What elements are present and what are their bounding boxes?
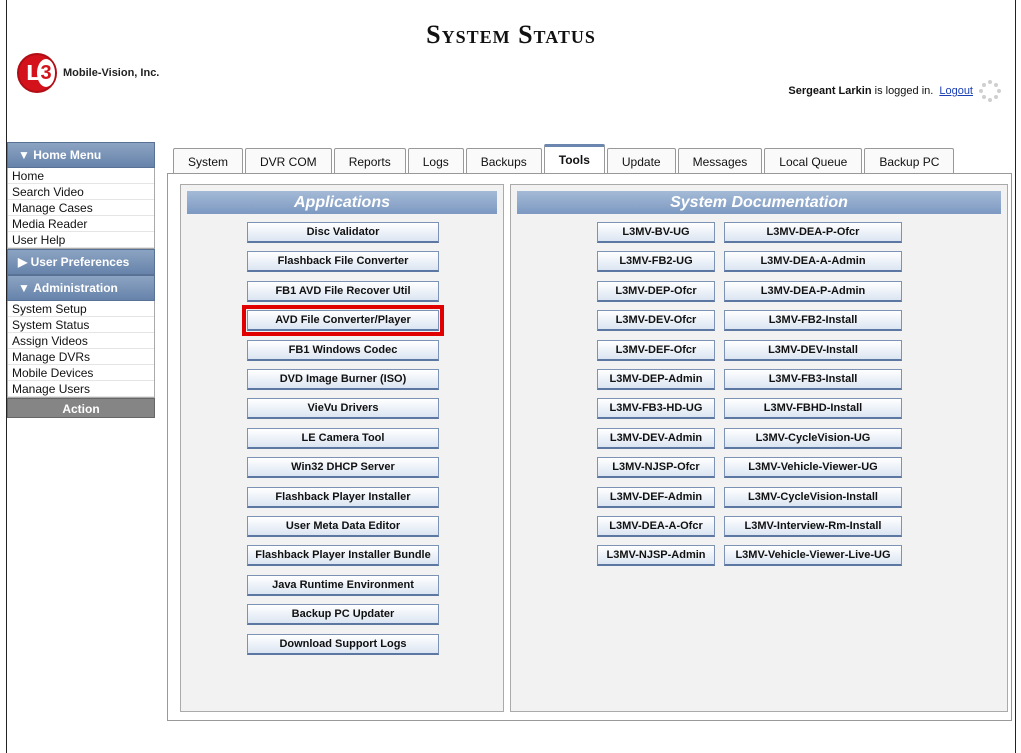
win32-dhcp-server-button[interactable]: Win32 DHCP Server xyxy=(247,457,439,479)
dvd-image-burner-iso-button[interactable]: DVD Image Burner (ISO) xyxy=(247,369,439,390)
user-meta-data-editor-button[interactable]: User Meta Data Editor xyxy=(247,516,439,537)
logged-in-text: is logged in. xyxy=(874,85,934,97)
home-menu-list: Home Search Video Manage Cases Media Reader… xyxy=(7,168,155,249)
l3-logo-icon: L3 xyxy=(17,53,57,93)
documentation-title: System Documentation xyxy=(517,191,1001,214)
doc-l3mv-dea-a-admin-button[interactable]: L3MV-DEA-A-Admin xyxy=(724,251,902,273)
doc-l3mv-dea-p-ofcr-button[interactable]: L3MV-DEA-P-Ofcr xyxy=(724,222,902,243)
doc-l3mv-fb3-install-button[interactable]: L3MV-FB3-Install xyxy=(724,369,902,390)
flashback-player-installer-bundle-button[interactable]: Flashback Player Installer Bundle xyxy=(247,545,439,567)
sidebar-item-search-video[interactable]: Search Video xyxy=(8,184,154,200)
flashback-player-installer-button[interactable]: Flashback Player Installer xyxy=(247,486,439,508)
tab-system[interactable]: System xyxy=(173,148,244,174)
doc-l3mv-vehicle-viewer-live-ug-button[interactable]: L3MV-Vehicle-Viewer-Live-UG xyxy=(724,545,902,567)
doc-l3mv-dev-admin-button[interactable]: L3MV-DEV-Admin xyxy=(597,427,715,449)
doc-l3mv-def-admin-button[interactable]: L3MV-DEF-Admin xyxy=(597,486,715,508)
doc-l3mv-dep-admin-button[interactable]: L3MV-DEP-Admin xyxy=(597,369,715,390)
sidebar-item-manage-dvrs[interactable]: Manage DVRs xyxy=(8,349,154,365)
tab-reports[interactable]: Reports xyxy=(333,148,406,174)
logout-link[interactable]: Logout xyxy=(939,85,973,97)
vievu-drivers-button[interactable]: VieVu Drivers xyxy=(247,398,439,420)
doc-l3mv-fb2-ug-button[interactable]: L3MV-FB2-UG xyxy=(597,251,715,273)
doc-l3mv-dev-ofcr-button[interactable]: L3MV-DEV-Ofcr xyxy=(597,310,715,332)
flashback-file-converter-button[interactable]: Flashback File Converter xyxy=(247,251,439,273)
doc-l3mv-fb3-hd-ug-button[interactable]: L3MV-FB3-HD-UG xyxy=(597,398,715,420)
sidebar-item-system-status[interactable]: System Status xyxy=(8,317,154,333)
user-status: Sergeant Larkin is logged in. Logout xyxy=(788,80,1001,102)
tab-backups[interactable]: Backups xyxy=(465,148,542,174)
le-camera-tool-button[interactable]: LE Camera Tool xyxy=(247,427,439,449)
doc-l3mv-bv-ug-button[interactable]: L3MV-BV-UG xyxy=(597,222,715,243)
page-title: System Status xyxy=(426,20,596,49)
action-header[interactable]: Action xyxy=(7,398,155,418)
doc-l3mv-vehicle-viewer-ug-button[interactable]: L3MV-Vehicle-Viewer-UG xyxy=(724,457,902,479)
company-logo: L3 Mobile-Vision, Inc. xyxy=(17,53,159,93)
doc-l3mv-njsp-admin-button[interactable]: L3MV-NJSP-Admin xyxy=(597,545,715,567)
tab-local-queue[interactable]: Local Queue xyxy=(764,148,863,174)
user-name: Sergeant Larkin xyxy=(788,85,872,97)
applications-panel: Applications Disc Validator Flashback Fil… xyxy=(180,184,504,712)
tab-backup-pc[interactable]: Backup PC xyxy=(864,148,955,174)
sidebar-item-home[interactable]: Home xyxy=(8,168,154,184)
sidebar-item-mobile-devices[interactable]: Mobile Devices xyxy=(8,365,154,381)
doc-l3mv-fbhd-install-button[interactable]: L3MV-FBHD-Install xyxy=(724,398,902,420)
user-preferences-header[interactable]: ▶ User Preferences xyxy=(7,249,155,275)
backup-pc-updater-button[interactable]: Backup PC Updater xyxy=(247,604,439,626)
documentation-panel: System Documentation L3MV-BV-UG L3MV-FB2-… xyxy=(510,184,1008,712)
tab-messages[interactable]: Messages xyxy=(677,148,763,174)
tab-dvr-com[interactable]: DVR COM xyxy=(245,148,332,174)
disc-validator-button[interactable]: Disc Validator xyxy=(247,222,439,243)
applications-title: Applications xyxy=(187,191,497,214)
doc-l3mv-fb2-install-button[interactable]: L3MV-FB2-Install xyxy=(724,310,902,332)
doc-l3mv-dea-a-ofcr-button[interactable]: L3MV-DEA-A-Ofcr xyxy=(597,516,715,537)
highlight-box xyxy=(242,305,444,337)
page-frame: L3 Mobile-Vision, Inc. System Status Ser… xyxy=(6,0,1016,753)
sidebar-item-manage-users[interactable]: Manage Users xyxy=(8,381,154,397)
doc-l3mv-interview-rm-install-button[interactable]: L3MV-Interview-Rm-Install xyxy=(724,516,902,537)
doc-l3mv-def-ofcr-button[interactable]: L3MV-DEF-Ofcr xyxy=(597,339,715,361)
doc-l3mv-njsp-ofcr-button[interactable]: L3MV-NJSP-Ofcr xyxy=(597,457,715,479)
sidebar: ▼ Home Menu Home Search Video Manage Cases… xyxy=(7,142,155,418)
sidebar-item-system-setup[interactable]: System Setup xyxy=(8,301,154,317)
doc-l3mv-cyclevision-ug-button[interactable]: L3MV-CycleVision-UG xyxy=(724,427,902,449)
doc-l3mv-dev-install-button[interactable]: L3MV-DEV-Install xyxy=(724,339,902,361)
loading-spinner-icon xyxy=(979,80,1001,102)
fb1-avd-file-recover-util-button[interactable]: FB1 AVD File Recover Util xyxy=(247,280,439,302)
sidebar-item-user-help[interactable]: User Help xyxy=(8,232,154,248)
fb1-windows-codec-button[interactable]: FB1 Windows Codec xyxy=(247,339,439,361)
sidebar-item-assign-videos[interactable]: Assign Videos xyxy=(8,333,154,349)
doc-l3mv-dep-ofcr-button[interactable]: L3MV-DEP-Ofcr xyxy=(597,280,715,302)
java-runtime-environment-button[interactable]: Java Runtime Environment xyxy=(247,574,439,596)
download-support-logs-button[interactable]: Download Support Logs xyxy=(247,633,439,655)
home-menu-header[interactable]: ▼ Home Menu xyxy=(7,142,155,168)
sidebar-item-media-reader[interactable]: Media Reader xyxy=(8,216,154,232)
sidebar-item-manage-cases[interactable]: Manage Cases xyxy=(8,200,154,216)
doc-l3mv-cyclevision-install-button[interactable]: L3MV-CycleVision-Install xyxy=(724,486,902,508)
tab-tools[interactable]: Tools xyxy=(543,144,605,174)
tools-content: Applications Disc Validator Flashback Fil… xyxy=(167,173,1012,721)
doc-l3mv-dea-p-admin-button[interactable]: L3MV-DEA-P-Admin xyxy=(724,280,902,302)
tab-logs[interactable]: Logs xyxy=(407,148,464,174)
administration-list: System Setup System Status Assign Videos Ma… xyxy=(7,301,155,398)
company-name: Mobile-Vision, Inc. xyxy=(63,67,160,79)
tab-bar: System DVR COM Reports Logs Backups Tools Upda… xyxy=(173,144,956,174)
administration-header[interactable]: ▼ Administration xyxy=(7,275,155,301)
tab-update[interactable]: Update xyxy=(606,148,676,174)
